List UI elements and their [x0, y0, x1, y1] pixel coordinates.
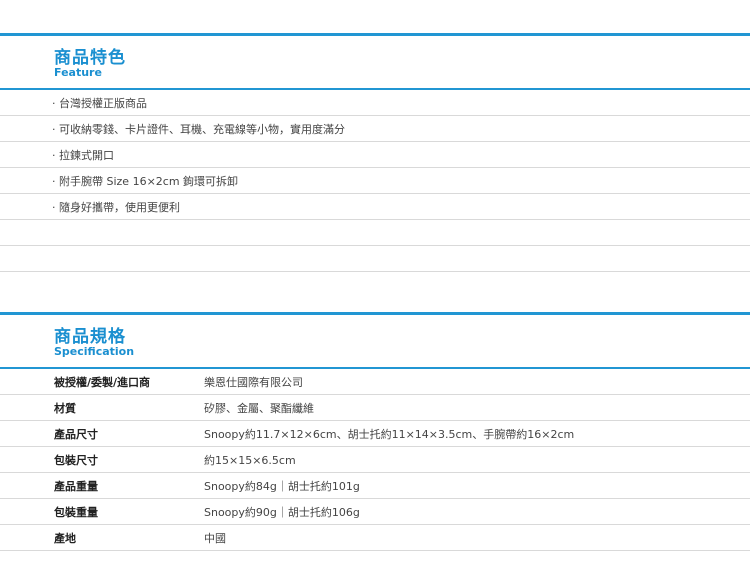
spec-header: 商品規格 Specification [0, 315, 750, 367]
spec-value: Snoopy約90g｜胡士托約106g [204, 505, 360, 519]
feature-item-text: · 附手腕帶 Size 16×2cm 鉤環可拆卸 [52, 174, 239, 188]
spec-value: 矽膠、金屬、聚酯纖維 [204, 401, 314, 415]
spec-row: 包裝重量 Snoopy約90g｜胡士托約106g [0, 499, 750, 525]
spec-section: 商品規格 Specification 被授權/委製/進口商 樂恩仕國際有限公司 … [0, 312, 750, 551]
spec-label: 產品重量 [54, 479, 98, 493]
spec-value: 中國 [204, 531, 226, 545]
product-detail-page: 商品特色 Feature · 台灣授權正版商品 · 可收納零錢、卡片證件、耳機、… [0, 0, 750, 574]
spec-row: 包裝尺寸 約15×15×6.5cm [0, 447, 750, 473]
feature-list: · 台灣授權正版商品 · 可收納零錢、卡片證件、耳機、充電線等小物，實用度滿分 … [0, 88, 750, 272]
spec-label: 包裝重量 [54, 505, 98, 519]
spec-value: 約15×15×6.5cm [204, 453, 296, 467]
spec-label: 被授權/委製/進口商 [54, 375, 151, 389]
feature-item-empty [0, 246, 750, 272]
spec-label: 產地 [54, 531, 76, 545]
spec-row: 產地 中國 [0, 525, 750, 551]
spec-label: 材質 [54, 401, 76, 415]
spec-value: 樂恩仕國際有限公司 [204, 375, 303, 389]
spec-title: 商品規格 [54, 327, 126, 347]
feature-item: · 台灣授權正版商品 [0, 90, 750, 116]
feature-subtitle: Feature [54, 66, 102, 79]
feature-item: · 隨身好攜帶，使用更便利 [0, 194, 750, 220]
feature-item-text: · 拉鍊式開口 [52, 148, 114, 162]
spec-subtitle: Specification [54, 345, 135, 358]
feature-item-empty [0, 220, 750, 246]
feature-header: 商品特色 Feature [0, 36, 750, 88]
feature-item: · 拉鍊式開口 [0, 142, 750, 168]
spec-label: 產品尺寸 [54, 427, 98, 441]
spec-row: 被授權/委製/進口商 樂恩仕國際有限公司 [0, 369, 750, 395]
spec-row: 產品尺寸 Snoopy約11.7×12×6cm、胡士托約11×14×3.5cm、… [0, 421, 750, 447]
spec-value: Snoopy約84g｜胡士托約101g [204, 479, 360, 493]
spec-value: Snoopy約11.7×12×6cm、胡士托約11×14×3.5cm、手腕帶約1… [204, 427, 575, 441]
feature-item: · 可收納零錢、卡片證件、耳機、充電線等小物，實用度滿分 [0, 116, 750, 142]
spec-label: 包裝尺寸 [54, 453, 98, 467]
feature-section: 商品特色 Feature · 台灣授權正版商品 · 可收納零錢、卡片證件、耳機、… [0, 33, 750, 272]
spec-row: 材質 矽膠、金屬、聚酯纖維 [0, 395, 750, 421]
feature-title: 商品特色 [54, 48, 126, 68]
feature-item-text: · 可收納零錢、卡片證件、耳機、充電線等小物，實用度滿分 [52, 122, 345, 136]
feature-item-text: · 台灣授權正版商品 [52, 96, 147, 110]
spec-row: 產品重量 Snoopy約84g｜胡士托約101g [0, 473, 750, 499]
feature-item-text: · 隨身好攜帶，使用更便利 [52, 200, 180, 214]
feature-item: · 附手腕帶 Size 16×2cm 鉤環可拆卸 [0, 168, 750, 194]
spec-table: 被授權/委製/進口商 樂恩仕國際有限公司 材質 矽膠、金屬、聚酯纖維 產品尺寸 … [0, 367, 750, 551]
